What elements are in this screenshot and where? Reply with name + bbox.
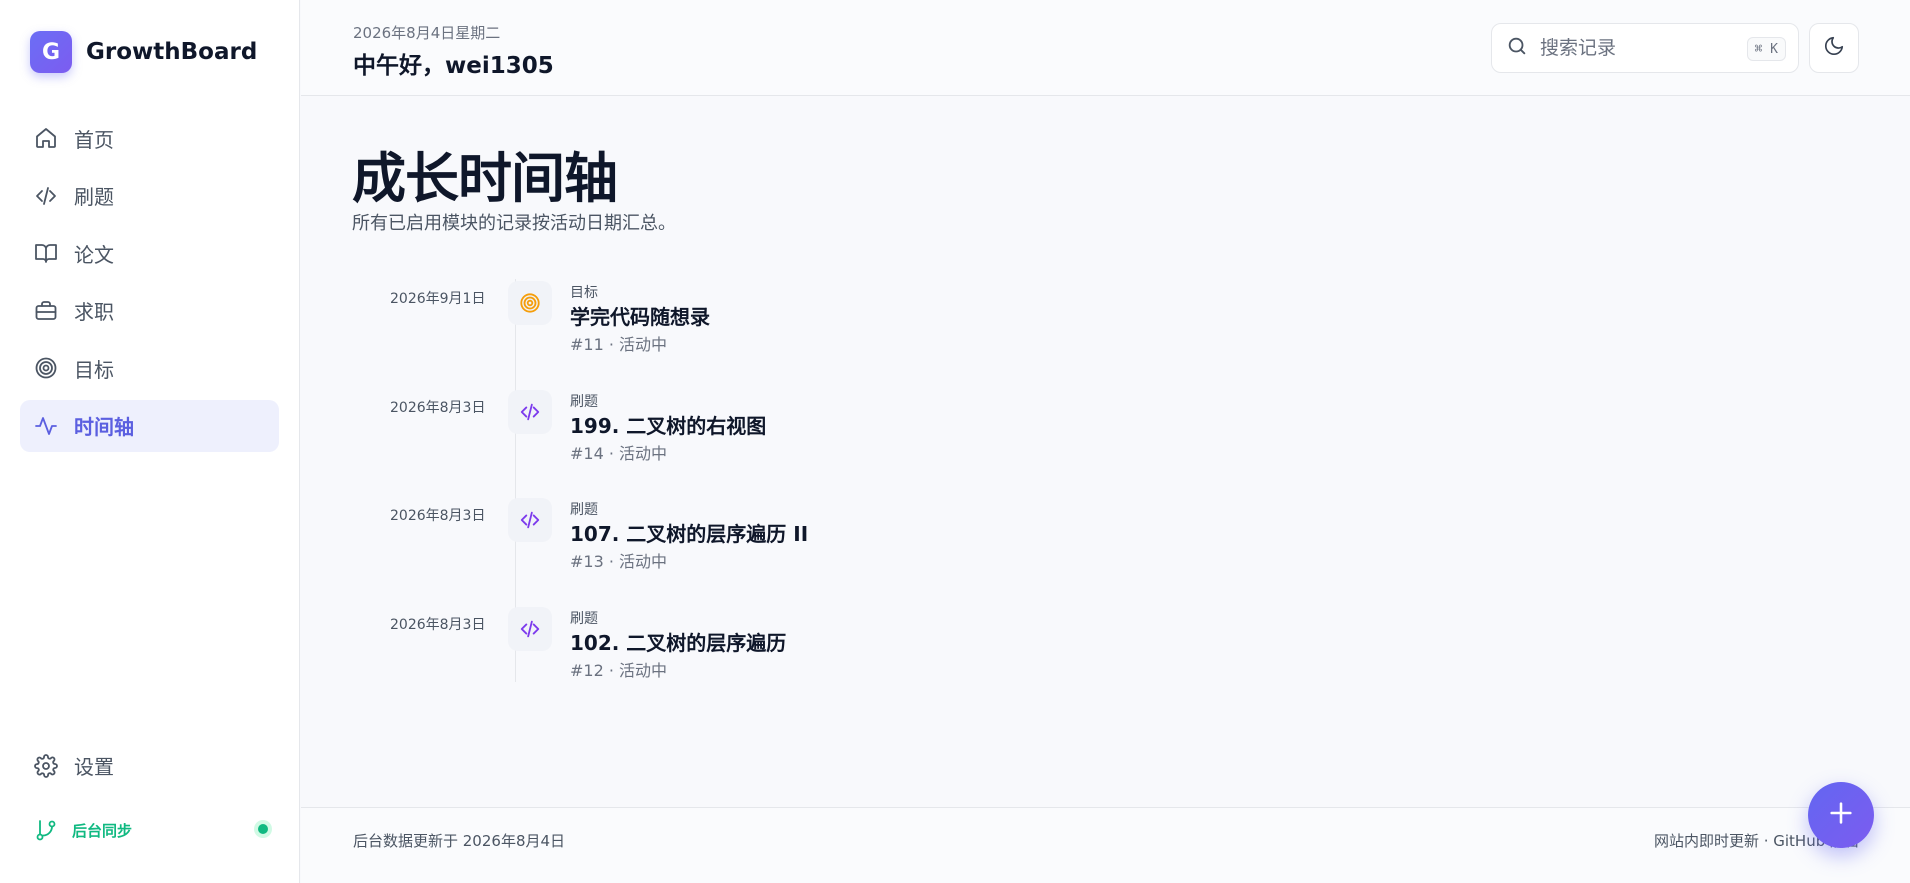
greeting: 中午好，wei1305 [353, 53, 554, 79]
brand-name: GrowthBoard [86, 39, 258, 65]
timeline-title[interactable]: 学完代码随想录 [570, 301, 710, 330]
search-input[interactable] [1540, 37, 1730, 59]
sidebar-item-timeline[interactable]: 时间轴 [20, 399, 279, 452]
timeline-meta: #12 · 活动中 [570, 660, 668, 680]
footer-updated-text: 后台数据更新于 2026年8月4日 [353, 832, 566, 850]
sidebar-item-jobs[interactable]: 求职 [20, 285, 279, 337]
sidebar-item-label: 时间轴 [74, 415, 134, 439]
timeline-item[interactable]: 2026年8月3日 刷题 107. 二叉树的层序遍历 II #13 · 活动中 [352, 496, 1252, 605]
page-title: 成长时间轴 [352, 147, 618, 210]
code-icon [508, 389, 552, 434]
sidebar-item-papers[interactable]: 论文 [20, 227, 279, 279]
sidebar-item-label: 目标 [74, 357, 114, 382]
target-icon [508, 281, 552, 325]
sidebar-item-label: 求职 [74, 300, 114, 324]
timeline-item[interactable]: 2026年8月3日 刷题 102. 二叉树的层序遍历 #12 · 活动中 [352, 605, 1252, 714]
activity-icon [34, 414, 58, 438]
current-date: 2026年8月4日星期二 [353, 24, 501, 42]
search-icon [1506, 35, 1528, 61]
timeline-meta: #11 · 活动中 [570, 335, 668, 354]
top-header: 2026年8月4日星期二 中午好，wei1305 ⌘ K [301, 0, 1910, 96]
sidebar: G GrowthBoard 首页 刷题 论文 求职 目标 时间轴 设置 后台同步 [0, 0, 300, 883]
page-subtitle: 所有已启用模块的记录按活动日期汇总。 [352, 213, 676, 234]
briefcase-icon [34, 299, 58, 323]
code-icon [508, 606, 552, 651]
sync-status[interactable]: 后台同步 [34, 818, 268, 842]
timeline-meta: #13 · 活动中 [570, 552, 668, 571]
sidebar-item-goals[interactable]: 目标 [20, 342, 279, 394]
timeline-item[interactable]: 2026年8月3日 刷题 199. 二叉树的右视图 #14 · 活动中 [352, 388, 1252, 497]
timeline-category: 刷题 [570, 610, 598, 627]
sidebar-nav: 首页 刷题 论文 求职 目标 时间轴 [20, 112, 279, 457]
timeline-category: 刷题 [570, 502, 598, 518]
sidebar-item-practice[interactable]: 刷题 [20, 170, 279, 222]
timeline-title[interactable]: 199. 二叉树的右视图 [570, 410, 766, 439]
gear-icon [34, 753, 58, 778]
timeline-date: 2026年8月3日 [390, 399, 486, 416]
code-icon [508, 498, 552, 542]
settings-label: 设置 [74, 755, 114, 779]
sidebar-item-label: 刷题 [74, 185, 114, 209]
target-icon [34, 356, 58, 380]
sidebar-item-settings[interactable]: 设置 [34, 751, 114, 780]
timeline-title[interactable]: 102. 二叉树的层序遍历 [570, 627, 786, 656]
sync-label: 后台同步 [72, 821, 133, 840]
sync-status-dot [258, 824, 268, 834]
plus-icon [1827, 799, 1855, 831]
sidebar-item-home[interactable]: 首页 [20, 112, 279, 164]
moon-icon [1823, 35, 1845, 61]
timeline-date: 2026年8月3日 [390, 616, 486, 633]
footer: 后台数据更新于 2026年8月4日 网站内即时更新 · GitHub 后台 [301, 807, 1910, 883]
add-record-button[interactable] [1808, 782, 1874, 848]
search-box[interactable]: ⌘ K [1491, 23, 1799, 73]
timeline-category: 目标 [570, 285, 598, 301]
code-icon [34, 184, 58, 208]
timeline-date: 2026年9月1日 [390, 291, 486, 307]
brand-logo: G [30, 31, 72, 73]
timeline: 2026年9月1日 目标 学完代码随想录 #11 · 活动中 2026年8月3日… [352, 279, 1252, 713]
search-shortcut: ⌘ K [1746, 37, 1786, 61]
book-icon [34, 241, 58, 265]
brand[interactable]: G GrowthBoard [30, 31, 257, 73]
timeline-item[interactable]: 2026年9月1日 目标 学完代码随想录 #11 · 活动中 [352, 279, 1252, 388]
sidebar-item-label: 论文 [74, 242, 114, 267]
timeline-date: 2026年8月3日 [390, 508, 486, 524]
home-icon [34, 126, 58, 150]
timeline-title[interactable]: 107. 二叉树的层序遍历 II [570, 518, 808, 547]
git-branch-icon [34, 818, 58, 842]
theme-toggle-button[interactable] [1809, 23, 1859, 73]
timeline-category: 刷题 [570, 393, 598, 410]
timeline-meta: #14 · 活动中 [570, 443, 668, 463]
sidebar-item-label: 首页 [74, 127, 114, 152]
